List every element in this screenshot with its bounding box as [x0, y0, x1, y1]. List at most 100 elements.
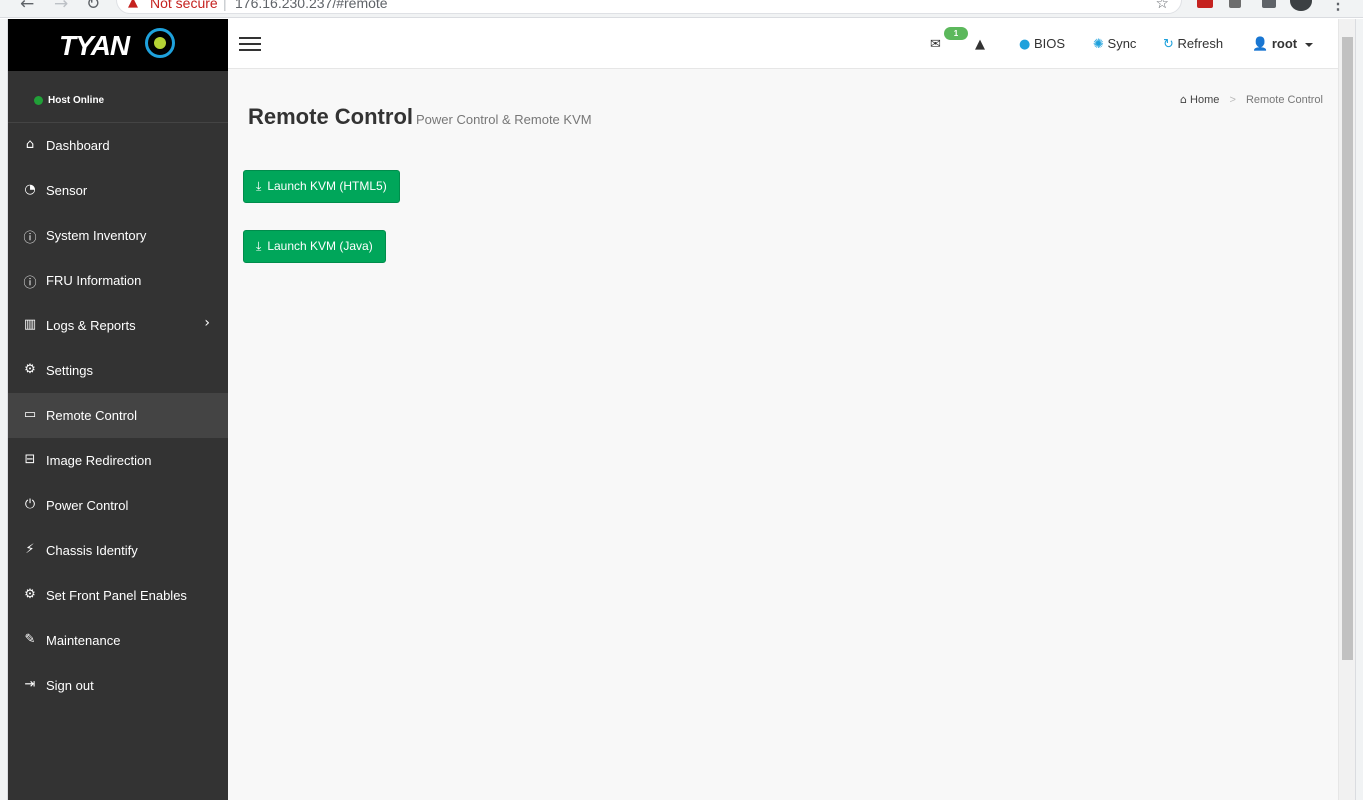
- sidebar-item-logs-reports[interactable]: ▥ Logs & Reports ›: [8, 303, 228, 348]
- reload-icon[interactable]: ↻: [86, 0, 100, 14]
- sidebar-item-system-inventory[interactable]: ⓘ System Inventory: [8, 213, 228, 258]
- breadcrumb: ⌂ Home > Remote Control: [1180, 93, 1323, 106]
- main-content: Remote Control Power Control & Remote KV…: [228, 69, 1338, 800]
- sync-icon: ✺: [1093, 37, 1104, 52]
- forward-icon[interactable]: →: [54, 0, 68, 14]
- info-icon: ⓘ: [23, 231, 37, 246]
- home-icon: ⌂: [25, 137, 35, 152]
- browser-toolbar: ← → ↻ ▲ Not secure | 176.16.230.237/#rem…: [0, 0, 1363, 18]
- sidebar-item-label: Chassis Identify: [46, 543, 138, 558]
- sidebar-item-maintenance[interactable]: ✎ Maintenance: [8, 618, 228, 663]
- refresh-label: Refresh: [1177, 36, 1224, 51]
- envelope-icon: ✉: [930, 37, 941, 52]
- brand-logo-text: TYAN: [59, 30, 130, 61]
- sidebar-item-label: Sign out: [46, 678, 94, 693]
- window-right-edge: [1355, 19, 1363, 800]
- sidebar-item-settings[interactable]: ⚙ Settings: [8, 348, 228, 393]
- page-title: Remote Control: [248, 104, 413, 129]
- bookmark-star-icon[interactable]: ☆: [1156, 0, 1169, 12]
- sidebar-menu: ⌂ Dashboard ◔ Sensor ⓘ System Inventory …: [8, 123, 228, 708]
- bar-chart-icon: ▥: [23, 317, 37, 332]
- sidebar-item-label: FRU Information: [46, 273, 142, 288]
- home-icon: ⌂: [1180, 93, 1187, 106]
- sidebar-item-front-panel-enables[interactable]: ⚙ Set Front Panel Enables: [8, 573, 228, 618]
- sidebar-item-sensor[interactable]: ◔ Sensor: [8, 168, 228, 213]
- sidebar-item-label: Dashboard: [46, 138, 110, 153]
- sidebar-toggle-icon[interactable]: [239, 37, 261, 51]
- launch-kvm-java-label: Launch KVM (Java): [267, 239, 373, 253]
- sidebar-item-remote-control[interactable]: ▭ Remote Control: [8, 393, 228, 438]
- breadcrumb-current: Remote Control: [1245, 94, 1323, 106]
- sidebar-item-label: Sensor: [46, 183, 88, 198]
- sidebar-item-label: Logs & Reports: [46, 318, 136, 333]
- chevron-right-icon: ›: [204, 315, 210, 331]
- sidebar-item-label: Power Control: [46, 498, 129, 513]
- launch-kvm-html5-label: Launch KVM (HTML5): [267, 179, 387, 193]
- host-status-label: Host Online: [48, 95, 105, 106]
- sidebar-item-fru-information[interactable]: ⓘ FRU Information: [8, 258, 228, 303]
- security-warning-label: Not secure: [150, 0, 218, 11]
- user-label: root: [1271, 36, 1298, 51]
- user-menu-dropdown[interactable]: 👤 root: [1252, 19, 1313, 69]
- bios-label: BIOS: [1033, 36, 1066, 51]
- notification-count-badge: 1: [944, 27, 968, 40]
- caret-down-icon: [1304, 42, 1313, 47]
- launch-kvm-java-button[interactable]: ⤓ Launch KVM (Java): [243, 230, 386, 263]
- bios-button[interactable]: ● BIOS: [1019, 19, 1065, 69]
- warning-icon: ▲: [975, 37, 985, 52]
- pdf-extension-icon[interactable]: [1197, 0, 1213, 8]
- alerts-button[interactable]: ▲: [975, 19, 985, 69]
- sidebar-item-label: Maintenance: [46, 633, 121, 648]
- sign-out-icon: ⇥: [24, 677, 36, 692]
- plug-icon: ⚡: [25, 542, 35, 557]
- dashboard-gauge-icon: ◔: [24, 182, 36, 197]
- info-circle-icon: ●: [1019, 37, 1031, 52]
- breadcrumb-home-link[interactable]: ⌂ Home: [1180, 93, 1222, 106]
- bmc-app: TYAN Host Online ⌂ Dashboard ◔ Sensor ⓘ …: [8, 19, 1338, 800]
- sync-label: Sync: [1107, 36, 1137, 51]
- back-icon[interactable]: ←: [20, 0, 34, 14]
- warning-icon: ▲: [128, 0, 138, 10]
- address-bar[interactable]: ▲ Not secure | 176.16.230.237/#remote ☆: [116, 0, 1182, 14]
- sidebar-item-power-control[interactable]: ⏻ Power Control: [8, 483, 228, 528]
- top-navbar: ✉ 1 ▲ ● BIOS ✺ Sync ↻ Refresh 👤 root: [228, 19, 1338, 69]
- download-icon: ⤓: [256, 239, 262, 253]
- sync-button[interactable]: ✺ Sync: [1093, 19, 1136, 69]
- browser-menu-icon[interactable]: ⋮: [1330, 0, 1346, 13]
- page-scrollbar[interactable]: [1338, 19, 1355, 800]
- status-online-icon: [34, 96, 43, 105]
- gears-icon: ⚙: [24, 587, 36, 602]
- sidebar-item-image-redirection[interactable]: ⊟ Image Redirection: [8, 438, 228, 483]
- power-icon: ⏻: [24, 497, 36, 512]
- document-extension-icon[interactable]: [1229, 0, 1241, 8]
- window-left-edge: [0, 19, 8, 800]
- wrench-icon: ✎: [24, 632, 36, 647]
- sidebar-item-sign-out[interactable]: ⇥ Sign out: [8, 663, 228, 708]
- gear-icon: ⚙: [24, 362, 36, 377]
- profile-avatar[interactable]: [1290, 0, 1312, 11]
- brand-logo[interactable]: TYAN: [8, 19, 228, 71]
- refresh-button[interactable]: ↻ Refresh: [1163, 19, 1223, 69]
- download-icon: ⤓: [256, 179, 262, 193]
- sidebar-item-label: Settings: [46, 363, 93, 378]
- notifications-button[interactable]: ✉: [930, 19, 941, 69]
- sidebar-item-chassis-identify[interactable]: ⚡ Chassis Identify: [8, 528, 228, 573]
- hdd-icon: ⊟: [24, 452, 36, 467]
- page-subtitle: Power Control & Remote KVM: [416, 112, 592, 127]
- refresh-icon: ↻: [1163, 37, 1174, 52]
- breadcrumb-home-label: Home: [1190, 94, 1220, 106]
- user-icon: 👤: [1252, 37, 1269, 52]
- sidebar-item-label: Remote Control: [46, 408, 138, 423]
- url-text[interactable]: 176.16.230.237/#remote: [235, 0, 388, 11]
- info-icon: ⓘ: [23, 276, 37, 291]
- sidebar-item-label: Image Redirection: [46, 453, 152, 468]
- logo-dot-icon: [154, 37, 166, 49]
- sidebar-item-dashboard[interactable]: ⌂ Dashboard: [8, 123, 228, 168]
- extensions-puzzle-icon[interactable]: [1262, 0, 1276, 8]
- sidebar-item-label: System Inventory: [46, 228, 147, 243]
- launch-kvm-html5-button[interactable]: ⤓ Launch KVM (HTML5): [243, 170, 400, 203]
- sidebar-item-label: Set Front Panel Enables: [46, 588, 187, 603]
- sidebar: TYAN Host Online ⌂ Dashboard ◔ Sensor ⓘ …: [8, 19, 228, 800]
- scrollbar-thumb[interactable]: [1342, 37, 1353, 660]
- host-status: Host Online: [8, 71, 228, 123]
